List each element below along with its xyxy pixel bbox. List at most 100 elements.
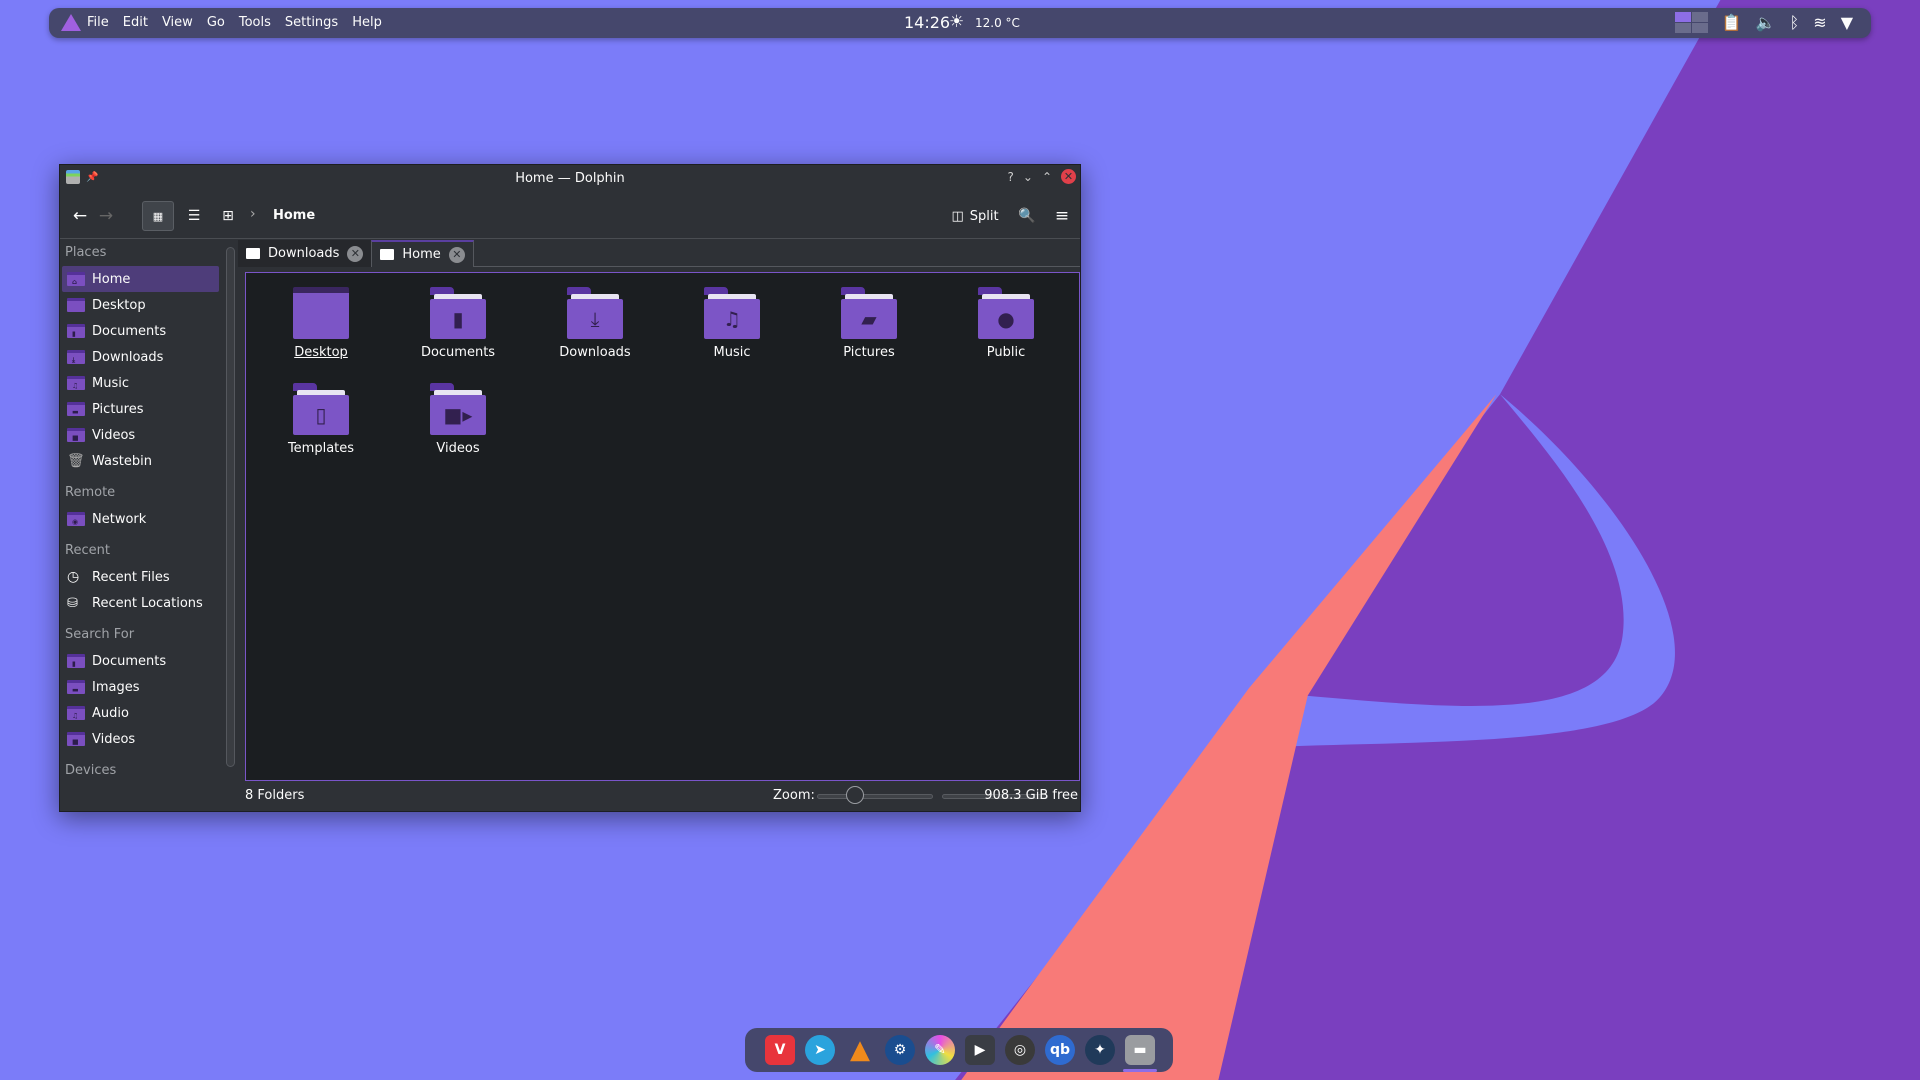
places-scrollbar[interactable] [226, 247, 235, 767]
arrow-left-icon: ← [72, 206, 88, 226]
dolphin-window: 📌 Home — Dolphin ? ⌄ ⌃ ✕ ← → ▦ ☰ ⊞ › Hom… [59, 164, 1081, 812]
dock-mullvad[interactable]: ✦ [1085, 1035, 1115, 1065]
volume-icon[interactable]: 🔈 [1756, 13, 1776, 32]
zoom-slider-handle[interactable] [845, 786, 864, 804]
sidebar-item-desktop[interactable]: Desktop [62, 292, 219, 318]
sidebar-item-wastebin[interactable]: 🗑 Wastebin [62, 448, 219, 474]
file-view[interactable]: Desktop ▮ Documents ⤓ Downloads ♫ Music ▰ Pictur… [245, 272, 1080, 781]
clipboard-icon[interactable]: 📋 [1722, 13, 1742, 32]
menu-edit[interactable]: Edit [123, 15, 148, 30]
close-tab-icon[interactable]: ✕ [347, 245, 364, 262]
sidebar-item-audio[interactable]: ♫ Audio [62, 700, 219, 726]
hamburger-icon: ≡ [1054, 206, 1070, 226]
temperature[interactable]: 12.0 °C [975, 16, 1020, 30]
maximize-button[interactable]: ⌃ [1042, 170, 1052, 184]
folder-videos[interactable]: ■▸ Videos [393, 383, 523, 456]
folder-templates[interactable]: ▯ Templates [256, 383, 386, 456]
sidebar-item-label: Downloads [92, 349, 164, 365]
sidebar-item-images[interactable]: ▬ Images [62, 674, 219, 700]
folder-downloads[interactable]: ⤓ Downloads [530, 287, 660, 360]
dock-telegram[interactable]: ➤ [805, 1035, 835, 1065]
dock-krita[interactable]: ✎ [925, 1035, 955, 1065]
folder-icon: ♫ [67, 376, 85, 390]
sidebar-item-documents[interactable]: ▮ Documents [62, 318, 219, 344]
menu-view[interactable]: View [162, 15, 193, 30]
folder-icon: ■ [67, 732, 85, 746]
menu-settings[interactable]: Settings [285, 15, 338, 30]
tree-icon: ⊞ [222, 208, 234, 224]
wifi-icon[interactable]: ≋ [1813, 13, 1826, 32]
folder-music[interactable]: ♫ Music [667, 287, 797, 360]
folder-desktop[interactable]: Desktop [256, 287, 386, 360]
dock-vlc[interactable]: ▲ [845, 1035, 875, 1065]
close-tab-icon[interactable]: ✕ [448, 246, 465, 263]
public-folder-icon: ● [978, 287, 1034, 339]
tab-home[interactable]: Home ✕ [371, 240, 474, 267]
tab-downloads[interactable]: Downloads ✕ [238, 240, 372, 267]
sidebar-item-videos[interactable]: ■ Videos [62, 726, 219, 752]
sidebar-item-music[interactable]: ♫ Music [62, 370, 219, 396]
menu-tools[interactable]: Tools [239, 15, 271, 30]
tab-label: Downloads [268, 246, 340, 261]
menu-button[interactable]: ≡ [1050, 201, 1074, 231]
compact-view-button[interactable]: ☰ [178, 201, 210, 231]
dock-kdenlive[interactable]: ▶ [965, 1035, 995, 1065]
folder-label: Downloads [559, 345, 631, 360]
menu-help[interactable]: Help [352, 15, 382, 30]
zoom-slider[interactable] [817, 794, 933, 799]
sidebar-section-recent: Recent [65, 543, 110, 558]
split-button[interactable]: ◫ Split [947, 201, 1003, 231]
app-launcher-icon[interactable] [61, 14, 81, 31]
dock-steam[interactable]: ⚙ [885, 1035, 915, 1065]
dock-vivaldi[interactable]: V [765, 1035, 795, 1065]
folder-label: Public [986, 345, 1026, 360]
breadcrumb-separator-icon: › [250, 206, 256, 222]
sidebar-item-home[interactable]: ⌂ Home [62, 266, 219, 292]
menu-go[interactable]: Go [207, 15, 225, 30]
back-button[interactable]: ← [68, 201, 92, 231]
sidebar-item-downloads[interactable]: ⤓ Downloads [62, 344, 219, 370]
breadcrumb-home[interactable]: Home [273, 208, 315, 223]
details-view-button[interactable]: ⊞ [212, 201, 244, 231]
templates-folder-icon: ▯ [293, 383, 349, 435]
close-button[interactable]: ✕ [1061, 169, 1076, 184]
dock-obs[interactable]: ◎ [1005, 1035, 1035, 1065]
sidebar-item-network[interactable]: ◉ Network [62, 506, 219, 532]
help-button[interactable]: ? [1008, 170, 1014, 184]
free-space: 908.3 GiB free [984, 788, 1078, 803]
toolbar: ← → ▦ ☰ ⊞ › Home ◫ Split 🔍 ≡ [60, 193, 1080, 239]
menu-file[interactable]: File [87, 15, 109, 30]
sidebar-item-pictures[interactable]: ▬ Pictures [62, 396, 219, 422]
folder-label: Templates [287, 441, 355, 456]
folder-icon [67, 298, 85, 312]
sidebar-section-search-for: Search For [65, 627, 135, 642]
krita-icon: ✎ [925, 1035, 955, 1065]
folder-public[interactable]: ● Public [941, 287, 1071, 360]
folder-icon: ▬ [67, 402, 85, 416]
expand-tray-icon[interactable]: ▼ [1841, 13, 1853, 32]
icons-view-button[interactable]: ▦ [142, 201, 174, 231]
videos-folder-icon: ■▸ [430, 383, 486, 435]
folder-pictures[interactable]: ▰ Pictures [804, 287, 934, 360]
sidebar-item-documents[interactable]: ▮ Documents [62, 648, 219, 674]
folder-icon: ◉ [67, 512, 85, 526]
minimize-button[interactable]: ⌄ [1023, 170, 1033, 184]
sidebar-item-label: Recent Files [92, 569, 170, 585]
bluetooth-icon[interactable]: ᛒ [1790, 13, 1800, 32]
sidebar-item-recent-files[interactable]: ◷ Recent Files [62, 564, 219, 590]
virtual-desktop-pager[interactable] [1674, 12, 1708, 33]
search-button[interactable]: 🔍 [1015, 201, 1039, 231]
system-tray: 📋 🔈 ᛒ ≋ ▼ [1674, 12, 1853, 33]
title-bar[interactable]: 📌 Home — Dolphin ? ⌄ ⌃ ✕ [60, 165, 1080, 193]
window-title: Home — Dolphin [515, 171, 625, 186]
dock-qbittorrent[interactable]: qb [1045, 1035, 1075, 1065]
folder-icon: ■ [67, 428, 85, 442]
split-label: Split [969, 208, 999, 224]
qbittorrent-icon: qb [1045, 1035, 1075, 1065]
sidebar-item-recent-locations[interactable]: ⛁ Recent Locations [62, 590, 219, 616]
sidebar-item-videos[interactable]: ■ Videos [62, 422, 219, 448]
forward-button[interactable]: → [94, 201, 118, 231]
folder-documents[interactable]: ▮ Documents [393, 287, 523, 360]
dock-dolphin[interactable]: ▬ [1123, 1035, 1157, 1072]
clock[interactable]: 14:26 [904, 13, 950, 32]
